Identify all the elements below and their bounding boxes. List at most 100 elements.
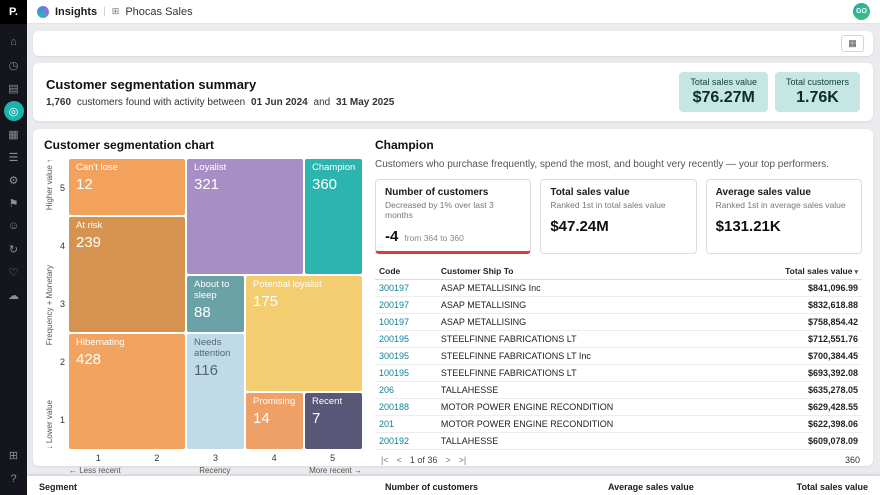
- kpi-total-customers[interactable]: Total customers 1.76K: [775, 72, 860, 112]
- segment-description: Customers who purchase frequently, spend…: [375, 159, 862, 170]
- customer-code-link[interactable]: 206: [375, 382, 437, 399]
- settings-icon[interactable]: ⚙: [4, 170, 24, 190]
- sync-icon[interactable]: ↻: [4, 239, 24, 259]
- customer-sales-value: $712,551.76: [730, 331, 862, 348]
- customer-code-link[interactable]: 200197: [375, 297, 437, 314]
- reports-icon[interactable]: ▤: [4, 78, 24, 98]
- table-header-row: Code Customer Ship To Total sales value▾: [375, 263, 862, 280]
- dashboards-icon[interactable]: ▦: [4, 124, 24, 144]
- segment-needs-attention[interactable]: Needs attention116: [187, 334, 244, 449]
- column-header-ship-to[interactable]: Customer Ship To: [437, 263, 730, 280]
- customer-code-link[interactable]: 100195: [375, 365, 437, 382]
- grid-options-button[interactable]: ▦: [841, 35, 864, 52]
- history-icon[interactable]: ◷: [4, 55, 24, 75]
- apps-icon[interactable]: ⊞: [4, 445, 24, 465]
- insights-icon[interactable]: ◎: [4, 101, 24, 121]
- main-area: ▦ Customer segmentation summary 1,760 cu…: [27, 24, 880, 495]
- segment-name: About to sleep: [194, 280, 237, 302]
- table-row: 200188MOTOR POWER ENGINE RECONDITION$629…: [375, 399, 862, 416]
- customer-ship-to: ASAP METALLISING Inc: [437, 280, 730, 297]
- help-icon[interactable]: ?: [4, 469, 24, 489]
- date-from: 01 Jun 2024: [251, 97, 308, 108]
- table-row: 201MOTOR POWER ENGINE RECONDITION$622,39…: [375, 416, 862, 433]
- segment-at-risk[interactable]: At risk239: [69, 217, 185, 332]
- segment-table-header: Segment Number of customers Average sale…: [27, 476, 880, 495]
- customer-sales-value: $832,618.88: [730, 297, 862, 314]
- stat-title: Number of customers: [385, 187, 521, 198]
- sidebar-nav: ⌂ ◷ ▤ ◎ ▦ ☰ ⚙ ⚑ ☺ ↻ ♡ ☁: [4, 32, 24, 305]
- row-count: 360: [845, 455, 860, 465]
- customer-sales-value: $841,096.99: [730, 280, 862, 297]
- table-row: 300195STEELFINNE FABRICATIONS LT Inc$700…: [375, 348, 862, 365]
- phocas-logo: P.: [0, 0, 27, 24]
- column-header-total-sales-value[interactable]: Total sales value▾: [730, 263, 862, 280]
- customer-sales-value: $693,392.08: [730, 365, 862, 382]
- customer-code-link[interactable]: 200195: [375, 331, 437, 348]
- kpi-total-sales-value[interactable]: Total sales value $76.27M: [679, 72, 768, 112]
- segment-count: 239: [76, 234, 178, 251]
- page-indicator: 1 of 36: [406, 455, 442, 465]
- y-axis-ticks: 54321: [55, 159, 69, 449]
- stat-card-average-sales-value[interactable]: Average sales value Ranked 1st in averag…: [706, 179, 862, 254]
- last-page-button[interactable]: >|: [455, 455, 471, 465]
- customer-code-link[interactable]: 200188: [375, 399, 437, 416]
- favorites-icon[interactable]: ♡: [4, 262, 24, 282]
- date-to: 31 May 2025: [336, 97, 394, 108]
- footer-column-average-sales-value[interactable]: Average sales value: [608, 482, 768, 492]
- stat-card-number-of-customers[interactable]: Number of customers Decreased by 1% over…: [375, 179, 531, 254]
- segment-recent[interactable]: Recent7: [305, 393, 362, 449]
- customer-code-link[interactable]: 100197: [375, 314, 437, 331]
- segment-potential-loyalist[interactable]: Potential loyalist175: [246, 276, 362, 391]
- footer-column-number-of-customers[interactable]: Number of customers: [385, 482, 608, 492]
- customer-code-link[interactable]: 300197: [375, 280, 437, 297]
- segment-count: 88: [194, 304, 237, 321]
- customer-ship-to: STEELFINNE FABRICATIONS LT Inc: [437, 348, 730, 365]
- column-header-code[interactable]: Code: [375, 263, 437, 280]
- stat-subtitle: Decreased by 1% over last 3 months: [385, 200, 521, 220]
- segment-promising[interactable]: Promising14: [246, 393, 303, 449]
- first-page-button[interactable]: |<: [377, 455, 393, 465]
- segment-about-to-sleep[interactable]: About to sleep 88: [187, 276, 244, 332]
- customer-code-link[interactable]: 200192: [375, 433, 437, 450]
- segment-loyalist[interactable]: Loyalist321: [187, 159, 303, 274]
- home-icon[interactable]: ⌂: [4, 32, 24, 52]
- stat-card-total-sales-value[interactable]: Total sales value Ranked 1st in total sa…: [540, 179, 696, 254]
- pagination-bar: |< < 1 of 36 > >| 360: [375, 450, 862, 465]
- footer-column-segment[interactable]: Segment: [39, 482, 385, 492]
- footer-column-total-sales-value[interactable]: Total sales value: [768, 482, 868, 492]
- next-page-button[interactable]: >: [441, 455, 454, 465]
- insights-logo-icon: [37, 6, 49, 18]
- customer-sales-value: $609,078.09: [730, 433, 862, 450]
- sidebar: P. ⌂ ◷ ▤ ◎ ▦ ☰ ⚙ ⚑ ☺ ↻ ♡ ☁ ⊞?: [0, 0, 27, 495]
- x-axis-min-label: ← Less recent: [69, 466, 121, 475]
- treemap-plot: Can't lose12Loyalist321Champion360 At ris…: [69, 159, 362, 449]
- customer-sales-value: $635,278.05: [730, 382, 862, 399]
- customer-count: 1,760: [46, 97, 71, 108]
- cloud-icon[interactable]: ☁: [4, 285, 24, 305]
- customers-icon[interactable]: ☺: [4, 216, 24, 236]
- segment-count: 12: [76, 176, 178, 193]
- workspace-name[interactable]: Phocas Sales: [125, 6, 192, 18]
- chart-title: Customer segmentation chart: [44, 138, 362, 152]
- segment-hibernating[interactable]: Hibernating428: [69, 334, 185, 449]
- segment-detail-title: Champion: [375, 138, 862, 152]
- customer-ship-to: MOTOR POWER ENGINE RECONDITION: [437, 399, 730, 416]
- segment-count: 321: [194, 176, 296, 193]
- customer-ship-to: TALLAHESSE: [437, 382, 730, 399]
- segment-champion[interactable]: Champion360: [305, 159, 362, 274]
- table-row: 100195STEELFINNE FABRICATIONS LT$693,392…: [375, 365, 862, 382]
- customer-ship-to: ASAP METALLISING: [437, 297, 730, 314]
- stat-title: Total sales value: [550, 187, 686, 198]
- toolbar-card: ▦: [33, 31, 873, 56]
- workspace-grid-icon: ⊞: [112, 6, 120, 17]
- segment-can-t-lose[interactable]: Can't lose12: [69, 159, 185, 215]
- sidebar-bottom-nav: ⊞?: [4, 445, 24, 489]
- database-icon[interactable]: ☰: [4, 147, 24, 167]
- customer-code-link[interactable]: 201: [375, 416, 437, 433]
- previous-page-button[interactable]: <: [393, 455, 406, 465]
- table-row: 206TALLAHESSE$635,278.05: [375, 382, 862, 399]
- customer-code-link[interactable]: 300195: [375, 348, 437, 365]
- user-avatar[interactable]: GO: [853, 3, 870, 20]
- tags-icon[interactable]: ⚑: [4, 193, 24, 213]
- customer-ship-to: ASAP METALLISING: [437, 314, 730, 331]
